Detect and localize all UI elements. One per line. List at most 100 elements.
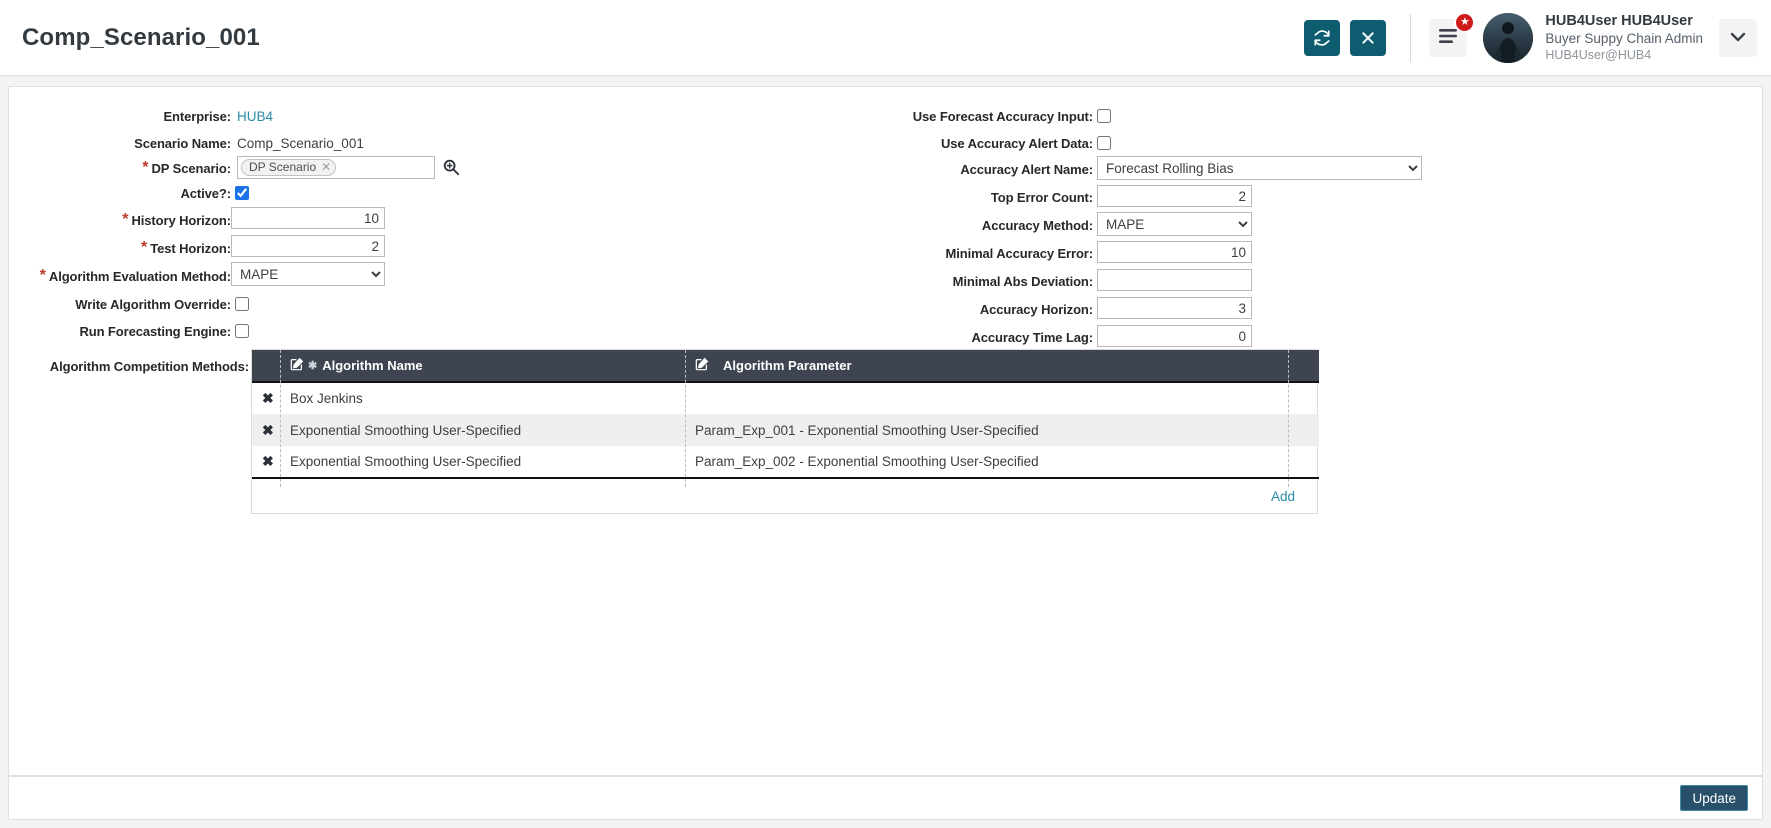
edit-icon [290,357,304,374]
dp-scenario-search-icon[interactable] [442,158,460,176]
refresh-button[interactable] [1304,19,1341,56]
minimal-abs-deviation-control [1097,269,1252,291]
add-row-link[interactable]: Add [1271,489,1295,504]
active-control [235,182,249,204]
user-menu-toggle[interactable] [1719,18,1757,57]
top-header-bar: Comp_Scenario_001 ★ HUB4User HUB4User Bu… [0,0,1771,76]
cell-algorithm-name[interactable]: Exponential Smoothing User-Specified [280,414,685,446]
algorithm-evaluation-method-required-asterisk: * [39,267,46,284]
refresh-icon [1313,29,1331,47]
field-dp-scenario: * DP Scenario: [9,157,231,179]
notification-badge[interactable]: ★ [1454,11,1476,33]
run-forecasting-engine-control [235,320,249,342]
algorithm-evaluation-method-label: Algorithm Evaluation Method: [48,268,231,284]
field-accuracy-alert-name: Accuracy Alert Name: [709,158,1093,180]
minimal-accuracy-error-control [1097,241,1252,263]
accuracy-horizon-input[interactable] [1097,297,1252,319]
write-algorithm-override-control [235,293,249,315]
field-algorithm-competition-methods: Algorithm Competition Methods: [9,355,249,377]
algorithm-evaluation-method-control: MAPE [231,262,385,286]
grid-header-row: ✱ Algorithm Name Algorithm Parameter [252,350,1319,383]
cell-algorithm-parameter[interactable] [685,382,1319,414]
grid-header-actions [252,350,280,383]
row-delete-cell[interactable]: ✖ [252,446,280,479]
field-accuracy-horizon: Accuracy Horizon: [709,298,1093,320]
accuracy-method-control: MAPE [1097,212,1252,236]
grid-header-algorithm-parameter[interactable]: Algorithm Parameter [685,350,1319,383]
user-role: Buyer Suppy Chain Admin [1545,31,1703,47]
form-content-panel: Enterprise: HUB4 Scenario Name: Comp_Sce… [8,86,1763,776]
grid-header-algorithm-name[interactable]: ✱ Algorithm Name [280,350,685,383]
grid-header-algorithm-parameter-label: Algorithm Parameter [723,358,852,373]
scenario-name-value-wrap: Comp_Scenario_001 [231,132,364,154]
history-horizon-control [231,207,385,229]
use-accuracy-alert-data-label: Use Accuracy Alert Data: [941,135,1093,151]
minimal-abs-deviation-input[interactable] [1097,269,1252,291]
table-row[interactable]: ✖ Box Jenkins [252,382,1319,414]
close-button[interactable] [1350,19,1387,56]
enterprise-value-link[interactable]: HUB4 [237,109,273,124]
accuracy-method-select[interactable]: MAPE [1097,212,1252,236]
user-name: HUB4User HUB4User [1545,12,1693,29]
update-button[interactable]: Update [1680,785,1748,811]
dp-scenario-required-asterisk: * [142,159,149,176]
delete-row-icon[interactable]: ✖ [262,453,274,469]
application-window: Comp_Scenario_001 ★ HUB4User HUB4User Bu… [0,0,1771,828]
delete-row-icon[interactable]: ✖ [262,422,274,438]
user-info: HUB4User HUB4User Buyer Suppy Chain Admi… [1545,12,1713,64]
use-forecast-accuracy-input-checkbox[interactable] [1097,109,1111,123]
active-label: Active?: [180,185,232,201]
row-delete-cell[interactable]: ✖ [252,382,280,414]
history-horizon-input[interactable] [231,207,385,229]
field-algorithm-evaluation-method: * Algorithm Evaluation Method: [9,265,231,287]
grid-header-algorithm-name-label: Algorithm Name [322,358,423,373]
cell-algorithm-name[interactable]: Box Jenkins [280,382,685,414]
notifications-menu-wrap: ★ [1429,11,1476,57]
use-accuracy-alert-data-checkbox[interactable] [1097,136,1111,150]
top-error-count-input[interactable] [1097,185,1252,207]
accuracy-horizon-control [1097,297,1252,319]
minimal-abs-deviation-label: Minimal Abs Deviation: [952,273,1093,289]
algorithm-evaluation-method-select[interactable]: MAPE [231,262,385,286]
edit-icon [695,357,709,374]
avatar[interactable] [1483,12,1534,63]
header-actions: ★ HUB4User HUB4User Buyer Suppy Chain Ad… [1294,0,1771,76]
cell-algorithm-parameter[interactable]: Param_Exp_001 - Exponential Smoothing Us… [685,414,1319,446]
dp-scenario-token-remove-icon[interactable]: ✕ [321,161,331,173]
write-algorithm-override-checkbox[interactable] [235,297,249,311]
star-icon: ★ [1459,15,1470,28]
dp-scenario-input[interactable]: DP Scenario ✕ [237,155,435,179]
cell-algorithm-name[interactable]: Exponential Smoothing User-Specified [280,446,685,479]
run-forecasting-engine-checkbox[interactable] [235,324,249,338]
accuracy-alert-name-select[interactable]: Forecast Rolling Bias [1097,156,1422,180]
field-test-horizon: * Test Horizon: [9,237,231,259]
test-horizon-input[interactable] [231,235,385,257]
algorithm-name-required-asterisk: ✱ [308,360,318,372]
use-accuracy-alert-data-control [1097,132,1111,154]
field-use-accuracy-alert-data: Use Accuracy Alert Data: [709,132,1093,154]
scenario-name-label: Scenario Name: [134,135,231,151]
use-forecast-accuracy-input-control [1097,105,1111,127]
table-row[interactable]: ✖ Exponential Smoothing User-Specified P… [252,414,1319,446]
test-horizon-required-asterisk: * [140,239,148,256]
active-checkbox[interactable] [235,186,249,200]
field-use-forecast-accuracy-input: Use Forecast Accuracy Input: [709,105,1093,127]
top-error-count-control [1097,185,1252,207]
delete-row-icon[interactable]: ✖ [262,390,274,406]
field-minimal-abs-deviation: Minimal Abs Deviation: [709,270,1093,292]
grid-header: ✱ Algorithm Name Algorithm Parameter [252,350,1319,383]
minimal-accuracy-error-label: Minimal Accuracy Error: [945,245,1094,261]
row-delete-cell[interactable]: ✖ [252,414,280,446]
table-row[interactable]: ✖ Exponential Smoothing User-Specified P… [252,446,1319,479]
minimal-accuracy-error-input[interactable] [1097,241,1252,263]
dp-scenario-token[interactable]: DP Scenario ✕ [241,158,337,176]
accuracy-time-lag-label: Accuracy Time Lag: [971,329,1093,345]
accuracy-time-lag-input[interactable] [1097,325,1252,347]
dp-scenario-label: DP Scenario: [151,160,232,176]
field-active: Active?: [9,182,232,204]
algorithm-competition-methods-table: ✱ Algorithm Name Algorithm Parameter ✖ B… [251,349,1319,514]
grid-body: ✖ Box Jenkins ✖ Exponential Smoothing Us… [252,382,1319,479]
cell-algorithm-parameter[interactable]: Param_Exp_002 - Exponential Smoothing Us… [685,446,1319,479]
accuracy-horizon-label: Accuracy Horizon: [979,301,1093,317]
write-algorithm-override-label: Write Algorithm Override: [75,296,231,312]
